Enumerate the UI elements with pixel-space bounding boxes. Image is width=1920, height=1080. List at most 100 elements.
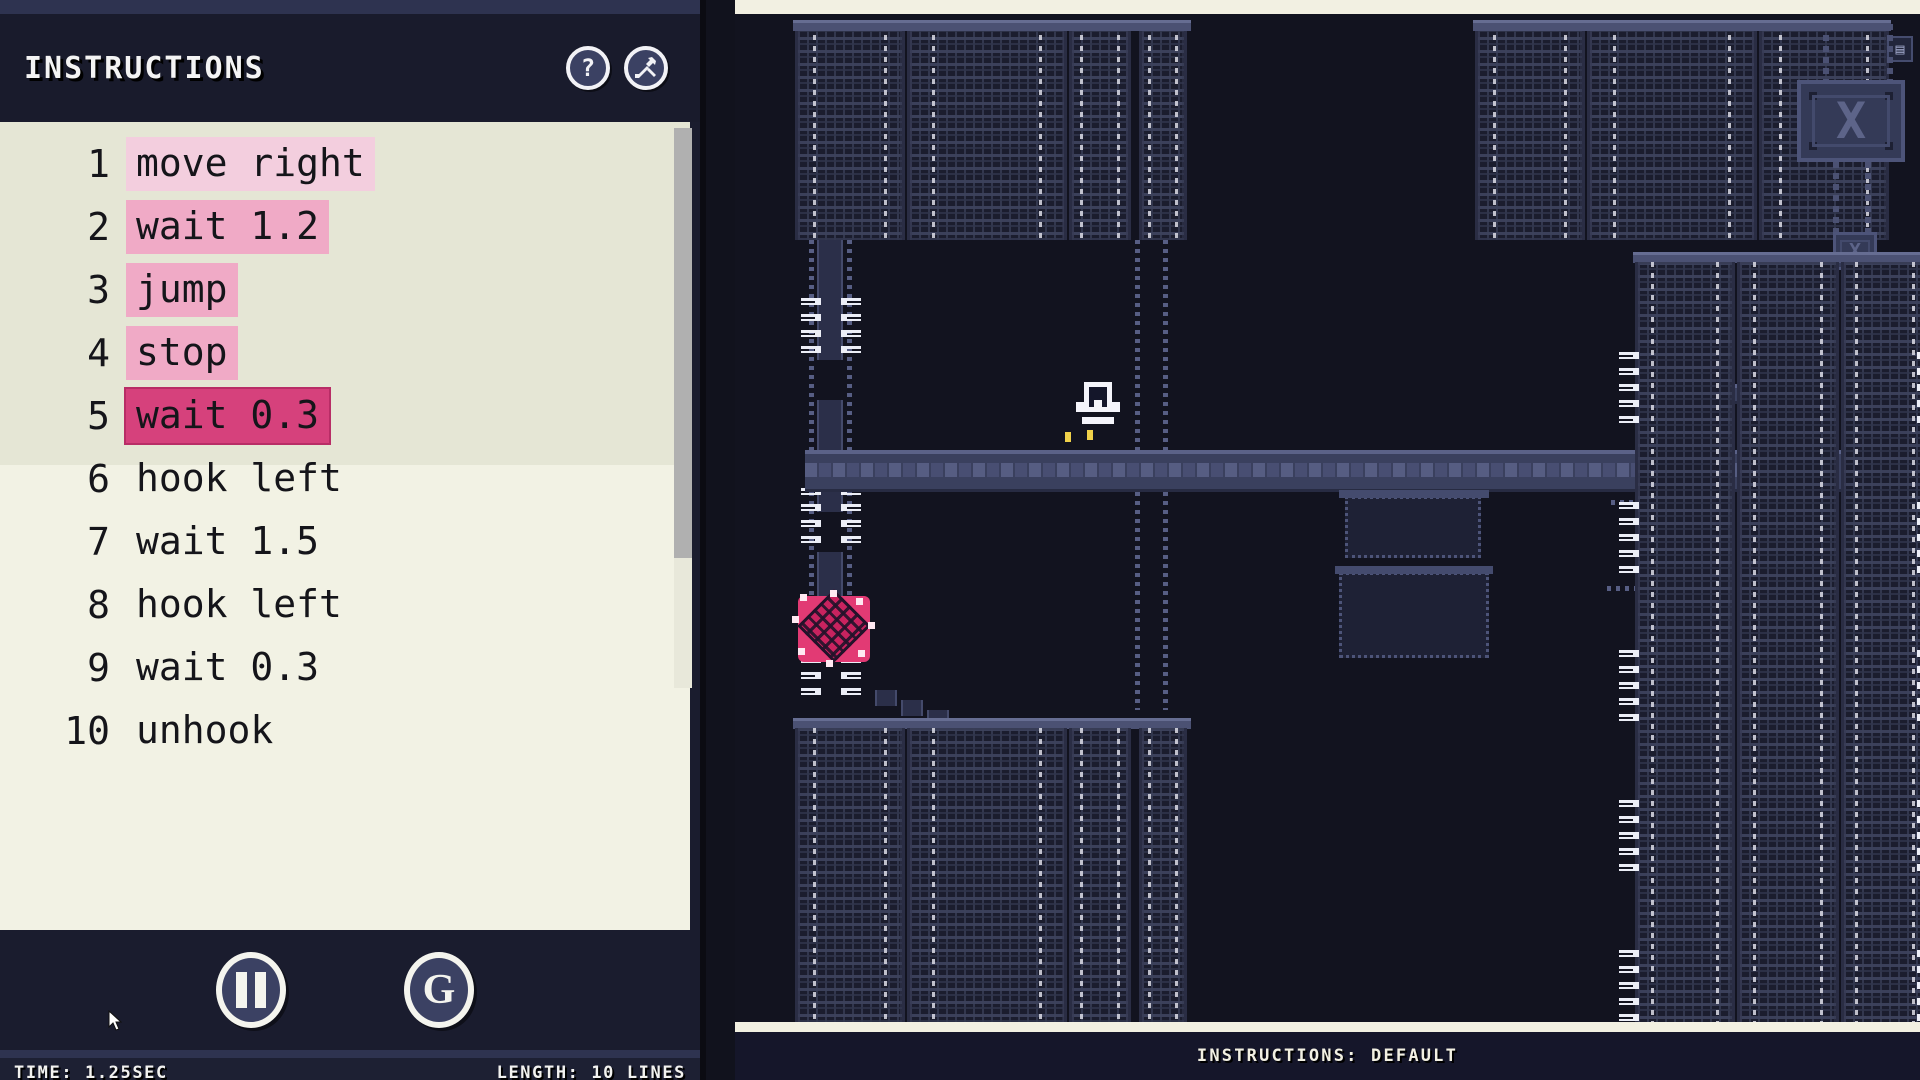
- floor-tower-left: [795, 728, 905, 1050]
- code-line-text: wait 0.3: [136, 644, 320, 689]
- code-line[interactable]: 8 hook left: [0, 573, 690, 636]
- g-letter-icon: G: [422, 967, 456, 1013]
- code-line-text: wait 0.3: [126, 388, 330, 443]
- code-line-text: wait 1.5: [136, 518, 320, 563]
- ceiling-tower-left2: [907, 24, 1067, 240]
- spark-b: [1087, 430, 1093, 440]
- right-tower-c: [1841, 262, 1920, 1050]
- step-block-2: [901, 700, 923, 716]
- player-spark-3: [830, 590, 837, 597]
- code-line-number: 2: [87, 204, 110, 249]
- player-spark-5: [868, 622, 875, 629]
- page-title: INSTRUCTIONS: [24, 50, 265, 86]
- world-frame-bottom-border: [735, 1022, 1920, 1032]
- right-tower-spikes-l1: [1619, 352, 1639, 424]
- right-tower-b: [1737, 262, 1839, 1050]
- player-spark-6: [858, 650, 865, 657]
- code-line-number: 7: [87, 519, 110, 564]
- bot-base: [1082, 417, 1114, 424]
- right-tower-spikes-l4: [1619, 800, 1639, 872]
- code-line[interactable]: 9 wait 0.3: [0, 636, 690, 699]
- length-status: LENGTH: 10 LINES: [496, 1063, 686, 1080]
- machine-bar-b: [1335, 566, 1493, 574]
- tools-button[interactable]: [624, 46, 668, 90]
- code-line[interactable]: 10 unhook: [0, 699, 690, 762]
- crate-large-x[interactable]: X: [1797, 80, 1905, 162]
- code-line[interactable]: 7 wait 1.5: [0, 510, 690, 573]
- code-line-number: 10: [64, 708, 110, 753]
- code-line[interactable]: 6 hook left: [0, 447, 690, 510]
- spikes-left-upper: [801, 298, 821, 360]
- world-status-text: INSTRUCTIONS: DEFAULT: [1196, 1046, 1459, 1066]
- pause-button[interactable]: [216, 952, 286, 1028]
- ceiling-tower-mid2: [1139, 24, 1187, 240]
- panel-top-strip: [0, 0, 700, 14]
- bot-eye: [1094, 400, 1102, 408]
- player-spark-1: [792, 616, 799, 623]
- step-block-1: [875, 690, 897, 706]
- bot-arm-left: [1076, 402, 1086, 412]
- world-status-bar: INSTRUCTIONS: DEFAULT: [735, 1032, 1920, 1080]
- machine-bar-a: [1339, 490, 1489, 498]
- right-tower-spikes-l2: [1619, 502, 1639, 574]
- game-world[interactable]: ▤ X X INSTRUCTIONS: DEFAULT: [735, 0, 1920, 1080]
- code-line[interactable]: 3 jump: [0, 258, 690, 321]
- player-spark-7: [826, 660, 833, 667]
- code-line-number: 1: [87, 141, 110, 186]
- floor-tower-mid2: [1139, 728, 1187, 1050]
- code-line-text: unhook: [136, 707, 274, 752]
- right-tower-spikes-l5: [1619, 950, 1639, 1022]
- time-status: TIME: 1.25SEC: [14, 1063, 168, 1080]
- panel-header: INSTRUCTIONS ?: [0, 14, 700, 122]
- floor-tower-mid: [1069, 728, 1131, 1050]
- code-line-text: stop: [126, 325, 238, 380]
- world-frame-top-border: [735, 0, 1920, 14]
- right-tower-spikes-l3: [1619, 650, 1639, 722]
- code-line[interactable]: 4 stop: [0, 321, 690, 384]
- mouse-cursor: [108, 1009, 124, 1032]
- bot-marker[interactable]: [1076, 382, 1120, 424]
- bot-arm-right: [1110, 402, 1120, 412]
- player-spark-2: [800, 594, 807, 601]
- player-spark-4: [856, 598, 863, 605]
- code-line-number: 5: [87, 393, 110, 438]
- panel-status-bar: TIME: 1.25SEC LENGTH: 10 LINES: [0, 1050, 700, 1080]
- pause-icon: [232, 972, 270, 1008]
- spikes-left-mid: [801, 488, 821, 550]
- code-line[interactable]: 5 wait 0.3: [0, 384, 690, 447]
- app-root: ▤ X X INSTRUCTIONS: DEFAULT INSTRUCTIONS…: [0, 0, 1920, 1080]
- code-scrollbar-thumb[interactable]: [674, 128, 692, 558]
- machine-box-a: [1345, 496, 1481, 558]
- code-line-text: jump: [126, 262, 238, 317]
- code-editor[interactable]: 1 move right 2 wait 1.2 3 jump 4 stop 5 wait 0.3 6…: [0, 122, 690, 930]
- playback-controls: G: [0, 930, 690, 1050]
- question-mark-icon: ?: [580, 54, 596, 82]
- ceiling-tower-left: [795, 24, 905, 240]
- code-scrollbar[interactable]: [674, 128, 692, 688]
- instructions-panel: INSTRUCTIONS ? 1 move right 2 wait 1.2 3 jump…: [0, 0, 700, 1080]
- ceiling-tower-right2: [1587, 24, 1757, 240]
- gravity-button[interactable]: G: [404, 952, 474, 1028]
- code-line-text: hook left: [136, 455, 342, 500]
- code-line-number: 3: [87, 267, 110, 312]
- code-line-list: 1 move right 2 wait 1.2 3 jump 4 stop 5 wait 0.3 6…: [0, 122, 690, 762]
- crate-chain-left: [1823, 24, 1829, 86]
- code-line-text: hook left: [136, 581, 342, 626]
- code-line-number: 9: [87, 645, 110, 690]
- player-spark-8: [798, 648, 805, 655]
- floor-tower-left2: [907, 728, 1067, 1050]
- help-button[interactable]: ?: [566, 46, 610, 90]
- code-line[interactable]: 1 move right: [0, 132, 690, 195]
- ceiling-tower-mid: [1069, 24, 1131, 240]
- ceiling-tower-cap-left: [793, 20, 1191, 31]
- code-line-number: 8: [87, 582, 110, 627]
- spark-a: [1065, 432, 1071, 442]
- code-line-number: 6: [87, 456, 110, 501]
- spikes-right-upper: [841, 298, 861, 360]
- code-line-text: wait 1.2: [126, 199, 330, 254]
- code-line-text: move right: [126, 136, 375, 191]
- code-line[interactable]: 2 wait 1.2: [0, 195, 690, 258]
- crate-chain-right: [1887, 24, 1893, 86]
- crate-large-x-glyph: X: [1835, 92, 1867, 150]
- player-character[interactable]: [790, 589, 878, 668]
